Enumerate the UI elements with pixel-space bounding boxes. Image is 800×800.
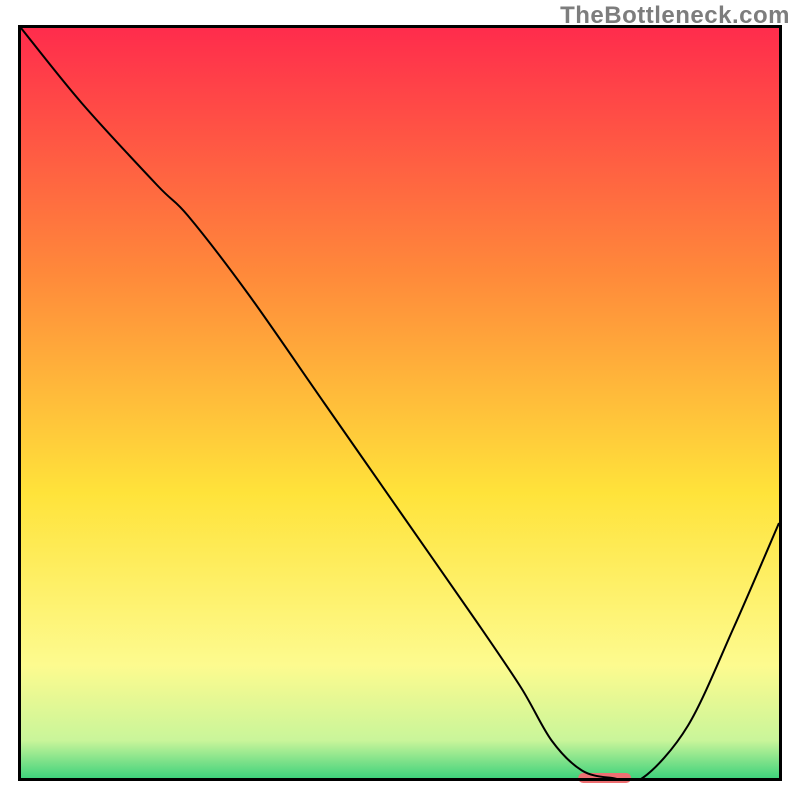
gradient-background [21, 28, 779, 778]
chart-container: TheBottleneck.com [0, 0, 800, 800]
watermark: TheBottleneck.com [560, 2, 790, 30]
chart-svg [0, 0, 800, 800]
